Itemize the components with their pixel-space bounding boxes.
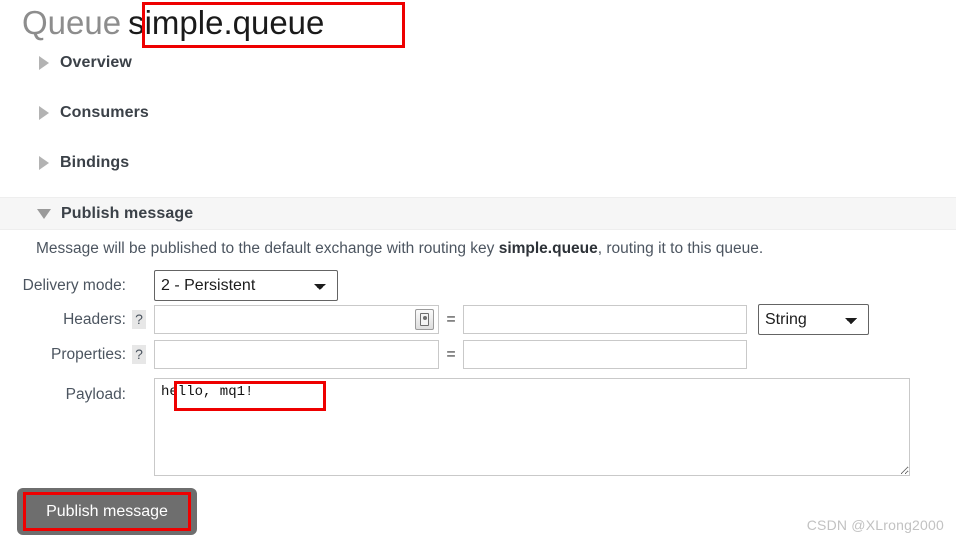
section-label-consumers: Consumers [60,104,149,121]
section-header-overview[interactable]: Overview [0,47,956,79]
delivery-mode-select[interactable]: 2 - Persistent [154,270,338,301]
triangle-down-icon [37,208,51,219]
publish-description: Message will be published to the default… [36,240,763,258]
section-label-overview: Overview [60,54,132,71]
section-label-publish-message: Publish message [61,204,194,222]
triangle-right-icon [39,56,49,70]
publish-message-button[interactable]: Publish message [17,488,197,535]
publish-description-routing-key: simple.queue [498,240,598,257]
headers-value-input[interactable] [463,305,747,334]
page-title-kind: Queue [22,4,122,41]
watermark: CSDN @XLrong2000 [806,517,944,533]
headers-label: Headers: [63,310,126,328]
properties-label: Properties: [51,345,126,363]
properties-value-input[interactable] [463,340,747,369]
delivery-mode-row: Delivery mode: 2 - Persistent [0,270,956,301]
page-title-queue-name: simple.queue [128,4,325,41]
headers-type-select[interactable]: String [758,304,869,335]
properties-key-input[interactable] [154,340,439,369]
triangle-right-icon [39,156,49,170]
triangle-right-icon [39,106,49,120]
page-title: Queue simple.queue [22,2,324,44]
properties-help-icon[interactable]: ? [132,345,146,364]
payload-row: Payload: hello, mq1! [0,378,956,476]
properties-row: Properties: ? = [0,340,956,369]
section-header-publish-message[interactable]: Publish message [0,197,956,230]
headers-key-wrap [154,305,439,334]
headers-key-input[interactable] [154,305,439,334]
publish-description-after: , routing it to this queue. [597,240,764,257]
section-header-consumers[interactable]: Consumers [0,97,956,129]
section-label-bindings: Bindings [60,154,130,171]
section-header-bindings[interactable]: Bindings [0,147,956,179]
properties-equals-sign: = [446,345,456,363]
autofill-icon[interactable] [415,309,434,330]
headers-equals-sign: = [446,310,456,328]
payload-label: Payload: [65,386,126,403]
payload-textarea[interactable]: hello, mq1! [154,378,910,476]
headers-help-icon[interactable]: ? [132,310,146,329]
headers-row: Headers: ? = String [0,304,956,335]
publish-description-before: Message will be published to the default… [36,240,499,257]
delivery-mode-label: Delivery mode: [22,276,126,294]
